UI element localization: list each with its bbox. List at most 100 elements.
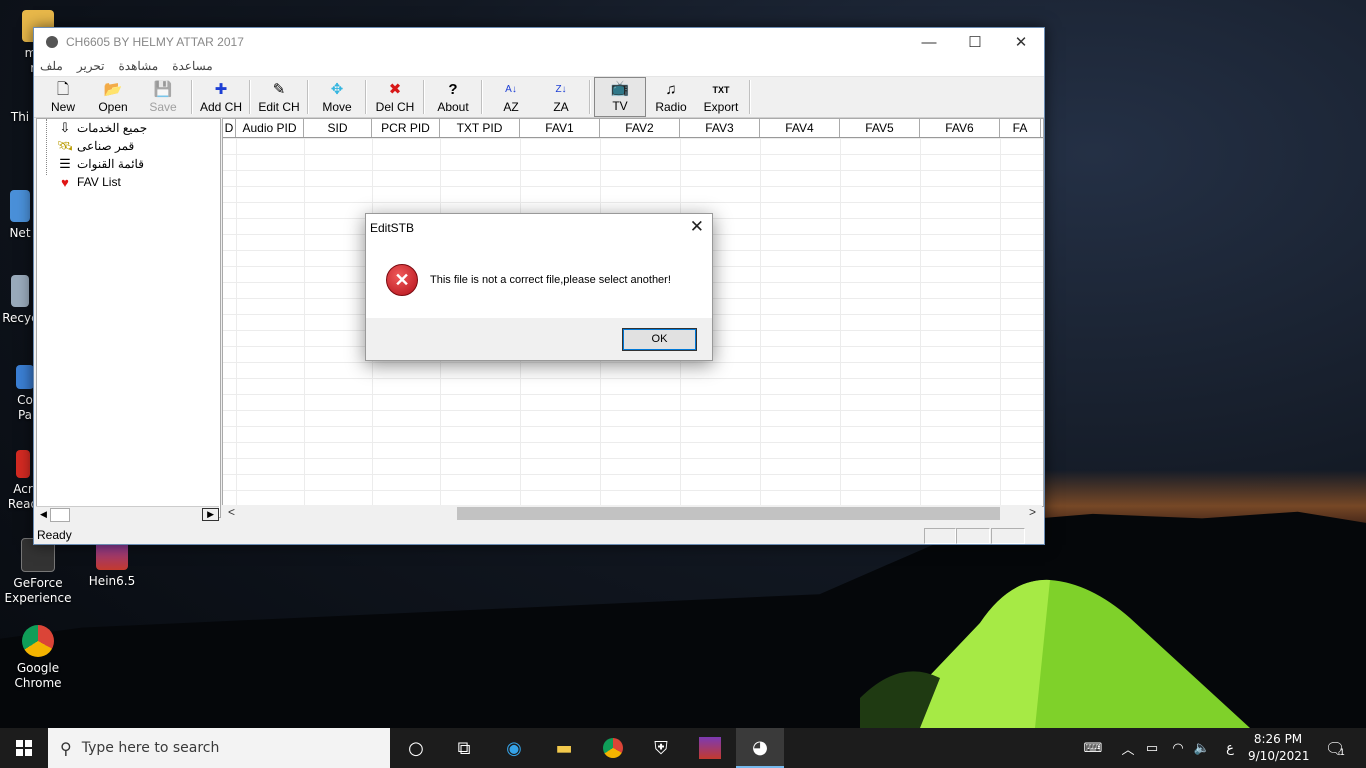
scroll-right-icon[interactable]: > (1029, 505, 1036, 519)
notification-count: 1 (1339, 748, 1346, 758)
tree-item-fav-list[interactable]: ♥ FAV List (37, 173, 220, 191)
edge-icon[interactable]: ◉ (490, 728, 538, 768)
status-panel (924, 528, 956, 544)
edit-channel-button[interactable]: ✎ Edit CH (254, 77, 304, 117)
column-header[interactable]: SID (304, 119, 372, 137)
radio-button[interactable]: ♫ Radio (646, 77, 696, 117)
close-button[interactable]: ✕ (998, 28, 1044, 56)
chrome-icon (22, 625, 54, 657)
grid-line (304, 138, 305, 506)
column-header[interactable]: FAV3 (680, 119, 760, 137)
satellite-icon: 🛰 (57, 138, 74, 153)
sort-za-button[interactable]: Z↓ ZA (536, 77, 586, 117)
tree-item-channel-list[interactable]: ☰ قائمة القنوات (37, 155, 220, 173)
status-panel (991, 528, 1025, 544)
desktop-icon-geforce[interactable]: GeForce Experience (0, 538, 76, 606)
move-button[interactable]: ✥ Move (312, 77, 362, 117)
column-header[interactable]: FAV5 (840, 119, 920, 137)
scroll-left-icon[interactable]: < (228, 505, 235, 519)
column-header[interactable]: TXT PID (440, 119, 520, 137)
acrobat-icon (16, 450, 30, 478)
sort-az-button[interactable]: A↓ AZ (486, 77, 536, 117)
column-header[interactable]: FAV1 (520, 119, 600, 137)
scroll-thumb[interactable] (457, 507, 1000, 520)
editstb-taskbar-icon[interactable]: ◕ (736, 728, 784, 768)
delete-icon: ✖ (388, 81, 402, 98)
search-input[interactable]: Type here to search (82, 740, 220, 756)
maximize-button[interactable]: ☐ (952, 28, 998, 56)
grid-line (1000, 138, 1001, 506)
scroll-left-icon[interactable]: ◀ (36, 509, 51, 520)
minimize-button[interactable]: — (906, 28, 952, 56)
toolbar: 🗋 New 📂 Open 💾 Save ✚ Add CH ✎ Edit CH ✥… (34, 77, 1044, 118)
scroll-right-icon[interactable]: ▶ (202, 508, 219, 521)
keyboard-icon[interactable]: ⌨ (1078, 728, 1108, 768)
window-titlebar[interactable]: CH6605 BY HELMY ATTAR 2017 — ☐ ✕ (34, 28, 1044, 56)
volume-icon[interactable]: 🔈 (1190, 728, 1214, 768)
column-header[interactable]: PCR PID (372, 119, 440, 137)
taskbar: ⚲ Type here to search ○ ⧉ ◉ ▬ ⛨ ◕ ⌨ ︿ ▭ … (0, 728, 1366, 768)
cortana-icon[interactable]: ○ (392, 728, 440, 768)
winrar-taskbar-icon[interactable] (686, 728, 734, 768)
toolbar-separator (191, 80, 193, 114)
menu-help[interactable]: مساعدة (172, 59, 213, 73)
grid-line (236, 138, 237, 506)
dialog-title: EditSTB (370, 221, 415, 235)
taskbar-search[interactable]: ⚲ Type here to search (48, 728, 390, 768)
save-icon: 💾 (153, 81, 173, 98)
task-view-icon[interactable]: ⧉ (440, 728, 488, 768)
wallpaper-tent (860, 579, 1250, 728)
notification-icon[interactable]: 🗨 1 (1320, 728, 1350, 768)
tv-icon: 📺 (610, 80, 630, 97)
grid-scrollbar[interactable]: < > (222, 505, 1042, 522)
status-panel (956, 528, 990, 544)
dialog-close-button[interactable]: ✕ (690, 217, 704, 237)
scroll-thumb[interactable] (50, 508, 70, 522)
toolbar-separator (365, 80, 367, 114)
security-icon[interactable]: ⛨ (637, 728, 685, 768)
add-channel-button[interactable]: ✚ Add CH (196, 77, 246, 117)
open-folder-icon: 📂 (103, 81, 123, 98)
status-bar: Ready (34, 526, 1044, 544)
file-explorer-icon[interactable]: ▬ (540, 728, 588, 768)
column-header[interactable]: FAV6 (920, 119, 1000, 137)
clock[interactable]: 8:26 PM 9/10/2021 (1248, 731, 1310, 765)
windows-icon (16, 740, 32, 756)
menu-view[interactable]: مشاهدة (119, 59, 159, 73)
column-header[interactable]: Audio PID (236, 119, 304, 137)
column-header[interactable]: FAV4 (760, 119, 840, 137)
menu-bar: ملف تحرير مشاهدة مساعدة (34, 56, 1044, 77)
tree-item-satellite[interactable]: 🛰 قمر صناعى (37, 137, 220, 155)
save-button[interactable]: 💾 Save (138, 77, 188, 117)
export-button[interactable]: TXT Export (696, 77, 746, 117)
column-header[interactable]: FA (1000, 119, 1041, 137)
menu-file[interactable]: ملف (40, 59, 63, 73)
ok-button[interactable]: OK (622, 328, 697, 351)
column-header[interactable]: FAV2 (600, 119, 680, 137)
start-button[interactable] (0, 728, 48, 768)
tree-item-all-services[interactable]: ⇩ جميع الخدمات (37, 119, 220, 137)
tree-scrollbar[interactable]: ◀ ▶ (36, 506, 219, 522)
delete-channel-button[interactable]: ✖ Del CH (370, 77, 420, 117)
status-text: Ready (37, 528, 72, 542)
wifi-icon[interactable]: ◠ (1166, 728, 1190, 768)
desktop-icon-hein[interactable]: Hein6.5 (74, 538, 150, 589)
error-dialog: EditSTB ✕ ✕ This file is not a correct f… (365, 213, 713, 361)
language-indicator[interactable]: ع (1220, 728, 1240, 768)
tree-view[interactable]: ⇩ جميع الخدمات 🛰 قمر صناعى ☰ قائمة القنو… (36, 118, 221, 518)
menu-edit[interactable]: تحرير (77, 59, 105, 73)
desktop-icon-chrome[interactable]: Google Chrome (0, 625, 76, 691)
add-icon: ✚ (214, 81, 228, 98)
open-button[interactable]: 📂 Open (88, 77, 138, 117)
toolbar-separator (589, 80, 591, 114)
about-button[interactable]: ? About (428, 77, 478, 117)
tv-button[interactable]: 📺 TV (594, 77, 646, 117)
recycle-bin-icon (11, 275, 29, 307)
battery-icon[interactable]: ▭ (1140, 728, 1164, 768)
window-title: CH6605 BY HELMY ATTAR 2017 (66, 35, 244, 49)
arrow-down-icon: ⇩ (59, 120, 71, 135)
column-header[interactable]: D (223, 119, 236, 137)
new-button[interactable]: 🗋 New (38, 77, 88, 117)
chrome-taskbar-icon[interactable] (589, 728, 637, 768)
chevron-up-icon[interactable]: ︿ (1118, 728, 1138, 768)
